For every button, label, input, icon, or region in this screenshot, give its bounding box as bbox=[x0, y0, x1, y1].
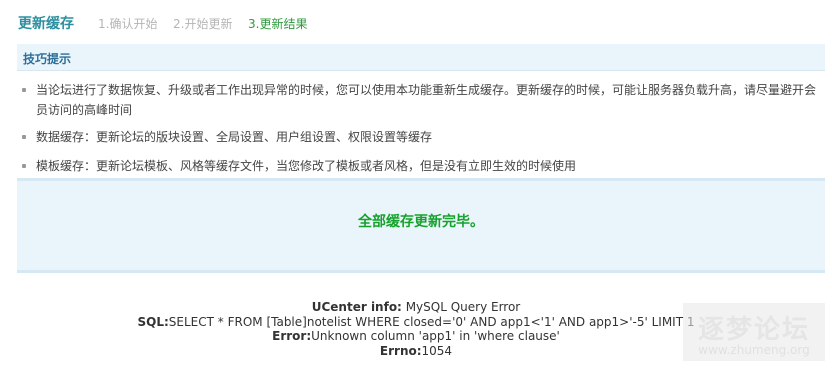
error-info-label: UCenter info: bbox=[311, 300, 402, 314]
error-errno-value: 1054 bbox=[421, 343, 453, 358]
tip-item: 数据缓存：更新论坛的版块设置、全局设置、用户组设置、权限设置等缓存 bbox=[18, 127, 818, 147]
page-header: 更新缓存 1.确认开始 2.开始更新 3.更新结果 bbox=[0, 0, 832, 40]
bullet-icon bbox=[22, 88, 26, 92]
error-sql-value: SELECT * FROM [Table]notelist WHERE clos… bbox=[168, 314, 695, 329]
tip-text: 模板缓存：更新论坛模板、风格等缓存文件，当您修改了模板或者风格，但是没有立即生效… bbox=[36, 159, 577, 173]
watermark-url: www.zhumeng.org bbox=[698, 343, 810, 357]
bullet-icon bbox=[22, 135, 26, 139]
error-sql-label: SQL: bbox=[137, 314, 169, 329]
page-title: 更新缓存 bbox=[18, 16, 74, 32]
error-info-value: MySQL Query Error bbox=[405, 300, 521, 314]
watermark-text: 逐梦论坛 bbox=[697, 315, 810, 345]
error-message-value: Unknown column 'app1' in 'where clause' bbox=[311, 329, 560, 343]
error-message-label: Error: bbox=[272, 329, 312, 343]
tip-item: 当论坛进行了数据恢复、升级或者工作出现异常的时候，您可以使用本功能重新生成缓存。… bbox=[18, 80, 818, 120]
tips-header: 技巧提示 bbox=[17, 44, 825, 71]
error-errno-label: Errno: bbox=[379, 343, 422, 358]
step-start-update: 2.开始更新 bbox=[173, 17, 233, 31]
tip-text: 数据缓存：更新论坛的版块设置、全局设置、用户组设置、权限设置等缓存 bbox=[36, 130, 433, 144]
tip-text: 当论坛进行了数据恢复、升级或者工作出现异常的时候，您可以使用本功能重新生成缓存。… bbox=[36, 83, 817, 117]
step-confirm-start: 1.确认开始 bbox=[98, 17, 158, 31]
step-update-result: 3.更新结果 bbox=[248, 17, 308, 31]
tip-item: 模板缓存：更新论坛模板、风格等缓存文件，当您修改了模板或者风格，但是没有立即生效… bbox=[18, 156, 818, 176]
tips-heading: 技巧提示 bbox=[23, 52, 72, 66]
bullet-icon bbox=[22, 164, 26, 168]
result-panel: 全部缓存更新完毕。 bbox=[17, 178, 825, 273]
watermark: 逐梦论坛 www.zhumeng.org bbox=[683, 303, 825, 361]
result-message: 全部缓存更新完毕。 bbox=[358, 214, 484, 230]
